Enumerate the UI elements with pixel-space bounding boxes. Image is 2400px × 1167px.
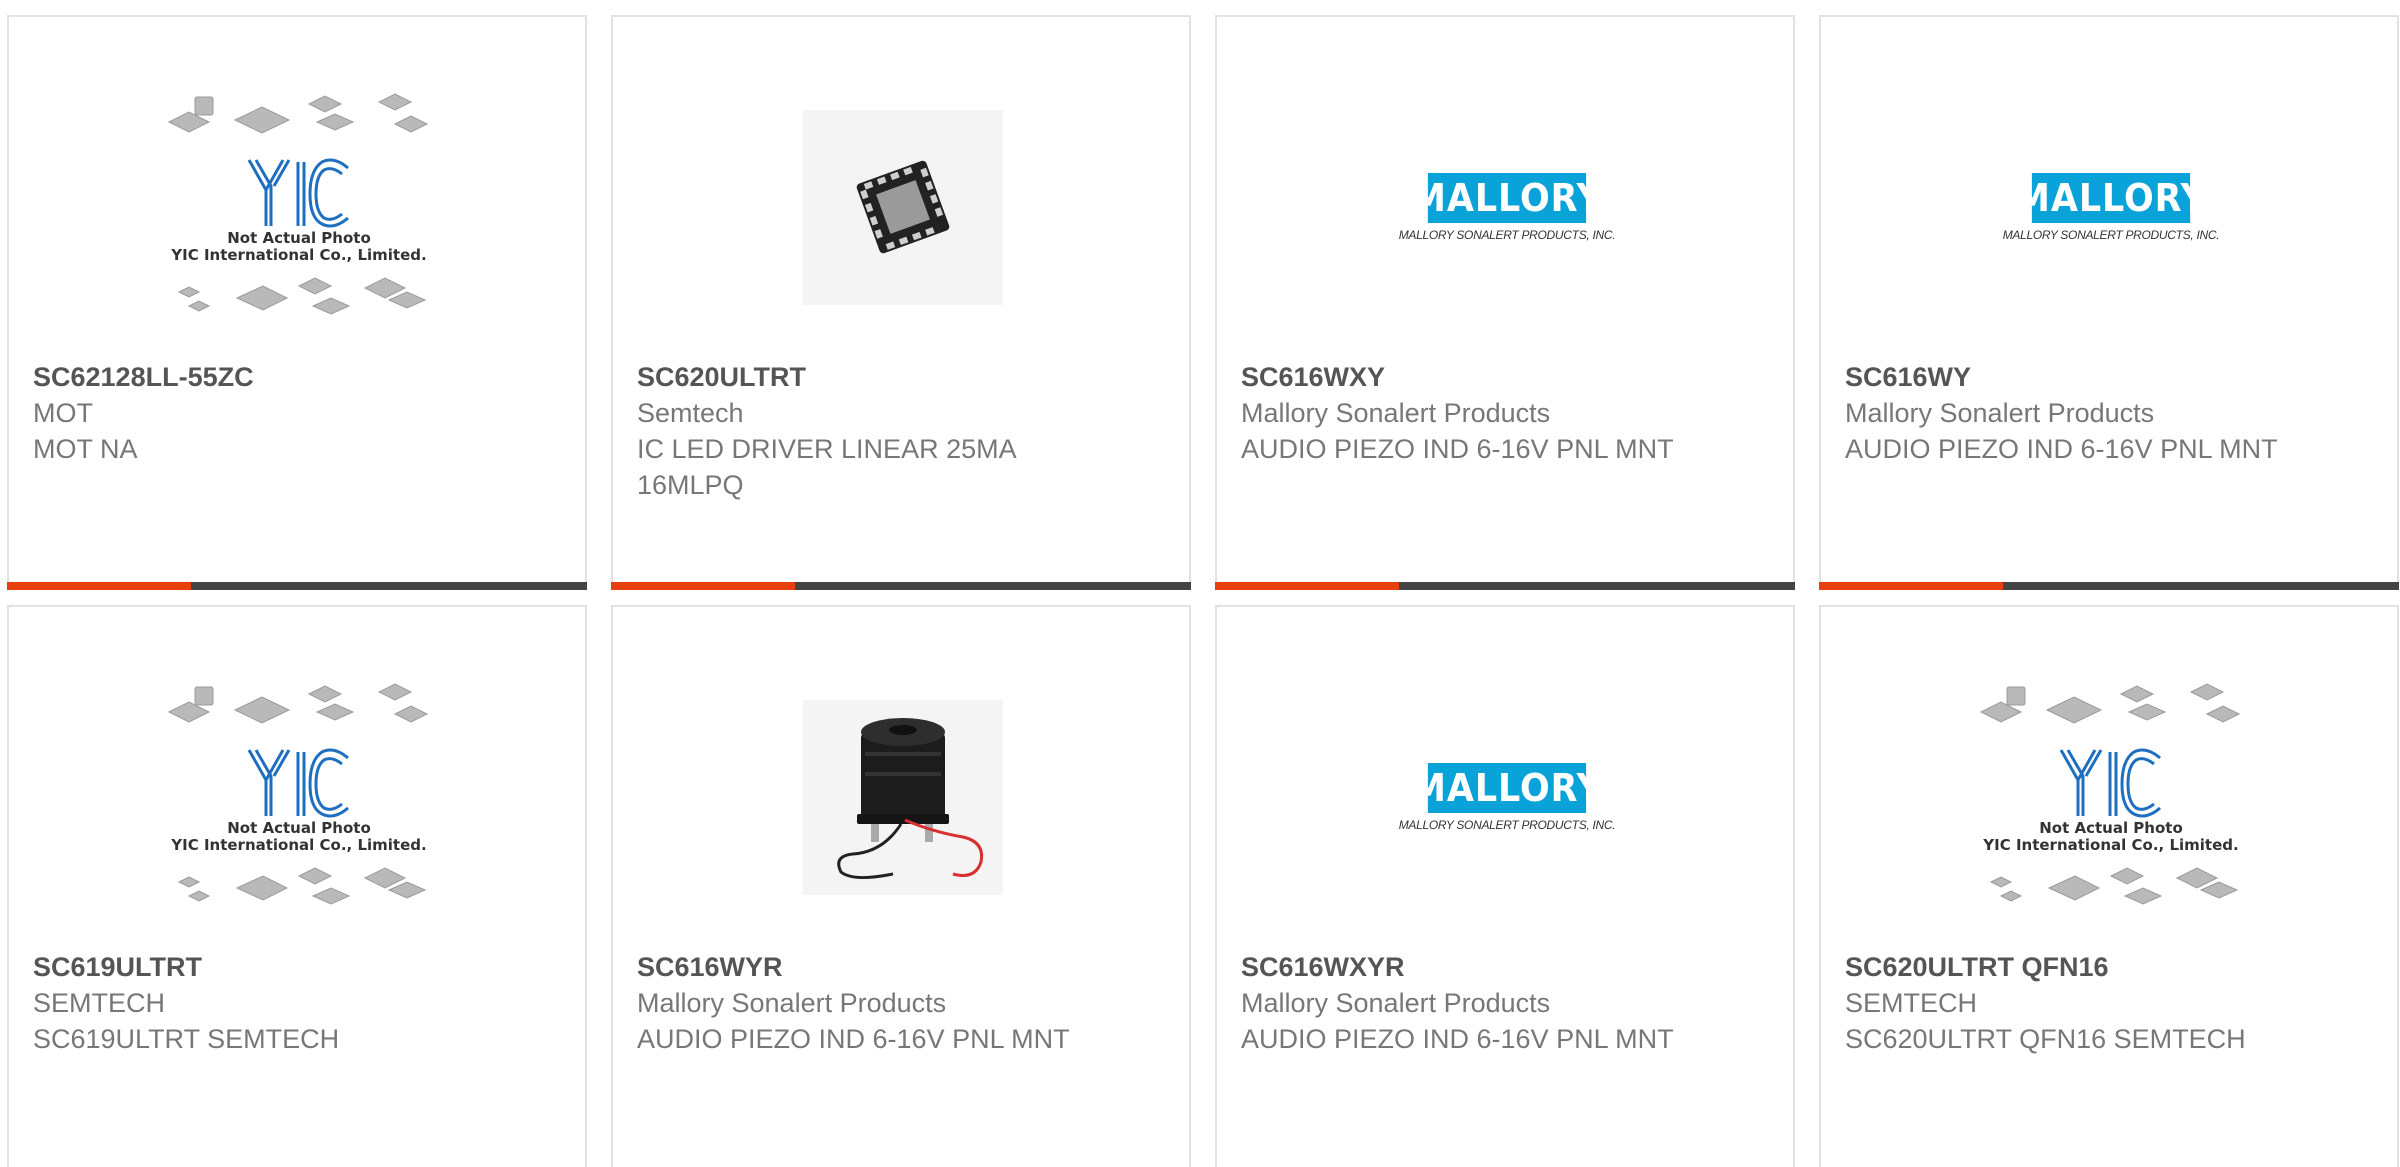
manufacturer: Mallory Sonalert Products (1241, 988, 1551, 1018)
qfn-chip-icon (856, 160, 950, 254)
placeholder-line2: YIC International Co., Limited. (171, 246, 427, 264)
part-number[interactable]: SC616WYR (637, 949, 1165, 985)
description: IC LED DRIVER LINEAR 25MA 16MLPQ (637, 434, 1016, 500)
description: MOT NA (33, 434, 138, 464)
part-number[interactable]: SC620ULTRT QFN16 (1845, 949, 2373, 985)
product-card[interactable]: Not Actual Photo YIC International Co., … (1819, 605, 2399, 1167)
product-card[interactable]: SC620ULTRT Semtech IC LED DRIVER LINEAR … (611, 15, 1191, 590)
product-card[interactable]: MALLORY MALLORY SONALERT PRODUCTS, INC. … (1215, 15, 1795, 590)
description: AUDIO PIEZO IND 6-16V PNL MNT (1241, 1024, 1674, 1054)
chip-cluster-icon (177, 867, 426, 905)
card-bottom-bar (1819, 582, 2399, 590)
manufacturer: Mallory Sonalert Products (1241, 398, 1551, 428)
chip-cluster-icon (1979, 683, 2240, 724)
part-number[interactable]: SC616WXY (1241, 359, 1769, 395)
part-number[interactable]: SC619ULTRT (33, 949, 561, 985)
yic-placeholder-image: Not Actual Photo YIC International Co., … (167, 682, 432, 912)
product-card[interactable]: SC616WYR Mallory Sonalert Products AUDIO… (611, 605, 1191, 1167)
card-accent (611, 582, 795, 590)
placeholder-line1: Not Actual Photo (227, 229, 371, 247)
mallory-logo: MALLORY MALLORY SONALERT PRODUCTS, INC. (2002, 172, 2220, 242)
mallory-logo: MALLORY MALLORY SONALERT PRODUCTS, INC. (1398, 762, 1616, 832)
product-card[interactable]: MALLORY MALLORY SONALERT PRODUCTS, INC. … (1215, 605, 1795, 1167)
yic-logo-icon (247, 158, 349, 228)
mallory-sub-text: MALLORY SONALERT PRODUCTS, INC. (2002, 227, 2220, 242)
card-accent (1215, 582, 1399, 590)
chip-cluster-icon (1989, 867, 2238, 905)
buzzer-icon (837, 718, 984, 879)
chip-cluster-icon (167, 93, 428, 134)
part-number[interactable]: SC62128LL-55ZC (33, 359, 561, 395)
placeholder-caption: Not Actual Photo YIC International Co., … (1983, 820, 2238, 854)
placeholder-line2: YIC International Co., Limited. (171, 836, 427, 854)
yic-logo-icon (2059, 748, 2161, 818)
placeholder-line1: Not Actual Photo (227, 819, 371, 837)
part-number[interactable]: SC616WY (1845, 359, 2373, 395)
manufacturer: Mallory Sonalert Products (1845, 398, 2155, 428)
mallory-logo-text: MALLORY (1411, 762, 1602, 813)
product-card[interactable]: Not Actual Photo YIC International Co., … (7, 605, 587, 1167)
description: SC620ULTRT QFN16 SEMTECH (1845, 1024, 2246, 1054)
placeholder-caption: Not Actual Photo YIC International Co., … (171, 820, 426, 854)
product-image[interactable]: Not Actual Photo YIC International Co., … (167, 93, 428, 317)
description: AUDIO PIEZO IND 6-16V PNL MNT (1845, 434, 2278, 464)
manufacturer: Mallory Sonalert Products (637, 988, 947, 1018)
product-card[interactable]: MALLORY MALLORY SONALERT PRODUCTS, INC. … (1819, 15, 2399, 590)
manufacturer: Semtech (637, 398, 744, 428)
description: AUDIO PIEZO IND 6-16V PNL MNT (1241, 434, 1674, 464)
mallory-sub-text: MALLORY SONALERT PRODUCTS, INC. (1398, 227, 1616, 242)
card-bottom-bar (1215, 582, 1795, 590)
mallory-logo: MALLORY MALLORY SONALERT PRODUCTS, INC. (1398, 172, 1616, 242)
manufacturer: MOT (33, 398, 93, 428)
product-image[interactable]: Not Actual Photo YIC International Co., … (167, 683, 428, 907)
card-accent (1819, 582, 2003, 590)
yic-logo-icon (247, 748, 349, 818)
description: SC619ULTRT SEMTECH (33, 1024, 340, 1054)
buzzer-photo (803, 699, 1003, 895)
yic-placeholder-image: Not Actual Photo YIC International Co., … (1979, 682, 2244, 912)
product-image[interactable]: MALLORY MALLORY SONALERT PRODUCTS, INC. (1387, 687, 1627, 907)
placeholder-caption: Not Actual Photo YIC International Co., … (171, 230, 426, 264)
card-bottom-bar (7, 582, 587, 590)
qfn-chip-photo (803, 109, 1003, 305)
yic-placeholder-image: Not Actual Photo YIC International Co., … (167, 92, 432, 322)
product-image[interactable] (783, 687, 1023, 907)
product-image[interactable] (783, 97, 1023, 317)
part-number[interactable]: SC620ULTRT (637, 359, 1165, 395)
mallory-logo-text: MALLORY (1411, 172, 1602, 223)
chip-cluster-icon (177, 277, 426, 315)
placeholder-line2: YIC International Co., Limited. (1983, 836, 2239, 854)
mallory-logo-text: MALLORY (2015, 172, 2206, 223)
chip-cluster-icon (167, 683, 428, 724)
mallory-sub-text: MALLORY SONALERT PRODUCTS, INC. (1398, 817, 1616, 832)
product-grid: Not Actual Photo YIC International Co., … (0, 0, 2400, 1167)
card-bottom-bar (611, 582, 1191, 590)
part-number[interactable]: SC616WXYR (1241, 949, 1769, 985)
product-image[interactable]: MALLORY MALLORY SONALERT PRODUCTS, INC. (1991, 97, 2231, 317)
manufacturer: SEMTECH (1845, 988, 1978, 1018)
product-image[interactable]: MALLORY MALLORY SONALERT PRODUCTS, INC. (1387, 97, 1627, 317)
manufacturer: SEMTECH (33, 988, 166, 1018)
placeholder-line1: Not Actual Photo (2039, 819, 2183, 837)
product-card[interactable]: Not Actual Photo YIC International Co., … (7, 15, 587, 590)
card-accent (7, 582, 191, 590)
description: AUDIO PIEZO IND 6-16V PNL MNT (637, 1024, 1070, 1054)
product-image[interactable]: Not Actual Photo YIC International Co., … (1979, 683, 2240, 907)
